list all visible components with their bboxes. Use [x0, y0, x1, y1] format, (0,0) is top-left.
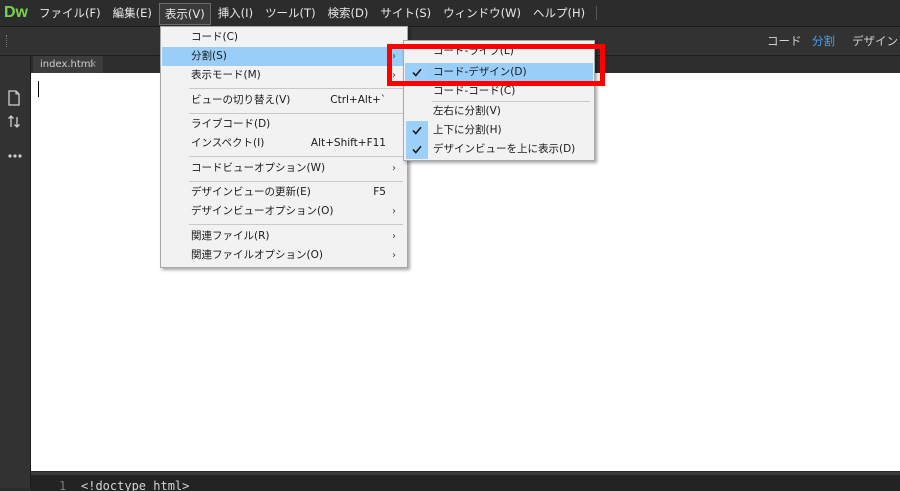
menu-item-label: ライブコード(D) [191, 118, 271, 130]
menu-item-label: コード(C) [191, 31, 239, 43]
chevron-right-icon: › [392, 231, 396, 242]
submenu-item-split-horizontal[interactable]: 上下に分割(H) [405, 121, 593, 140]
menu-item-shortcut: F5 [373, 186, 386, 198]
menu-item-shortcut: Ctrl+Alt+` [330, 94, 386, 106]
menu-item-label: 表示モード(M) [191, 69, 261, 81]
code-view[interactable]: 1 <!doctype html> [31, 472, 900, 491]
menubar-divider [596, 6, 597, 20]
menu-item-label: ビューの切り替え(V) [191, 94, 291, 106]
chevron-right-icon: › [392, 163, 396, 174]
menu-item-label: 分割(S) [191, 50, 227, 62]
menu-item-related-files-options[interactable]: 関連ファイルオプション(O) › [162, 246, 406, 265]
left-toolbar [0, 56, 31, 488]
chevron-right-icon: › [392, 206, 396, 217]
toolbar-grip[interactable] [6, 35, 9, 47]
view-code-button[interactable]: コード [767, 27, 802, 55]
menu-separator [189, 113, 403, 114]
menu-item-switch-view[interactable]: ビューの切り替え(V) Ctrl+Alt+` [162, 91, 406, 110]
menu-item-code[interactable]: コード(C) [162, 28, 406, 47]
menu-item-label: デザインビューオプション(O) [191, 205, 334, 217]
menu-item-label: コードビューオプション(W) [191, 162, 326, 174]
more-icon[interactable] [7, 148, 23, 164]
code-line[interactable]: <!doctype html> [81, 479, 189, 491]
menu-separator [189, 88, 403, 89]
menu-item-shortcut: Alt+Shift+F11 [310, 137, 386, 149]
menu-separator [189, 224, 403, 225]
menu-item-split[interactable]: 分割(S) › [162, 47, 406, 66]
menu-separator [189, 156, 403, 157]
close-icon[interactable]: × [89, 56, 97, 73]
view-split-button[interactable]: 分割 [812, 27, 835, 55]
line-number: 1 [59, 479, 67, 491]
menu-item-label: デザインビューの更新(E) [191, 186, 311, 198]
view-design-button[interactable]: デザイン [852, 27, 898, 55]
menubar: Dw ファイル(F) 編集(E) 表示(V) 挿入(I) ツール(T) 検索(D… [0, 0, 900, 27]
highlight-annotation [387, 44, 605, 86]
text-caret [38, 81, 39, 97]
menu-separator [189, 181, 403, 182]
menu-edit[interactable]: 編集(E) [108, 0, 157, 26]
menu-insert[interactable]: 挿入(I) [213, 0, 258, 26]
menu-item-label: デザインビューを上に表示(D) [433, 143, 576, 155]
document-tab-label: index.html [40, 59, 94, 70]
menu-item-inspect[interactable]: インスペクト(I) Alt+Shift+F11 [162, 134, 406, 153]
menu-item-label: 上下に分割(H) [433, 124, 502, 136]
menu-item-label: インスペクト(I) [191, 137, 265, 149]
menu-window[interactable]: ウィンドウ(W) [438, 0, 526, 26]
submenu-item-design-view-on-top[interactable]: デザインビューを上に表示(D) [405, 140, 593, 159]
menu-item-live-code[interactable]: ライブコード(D) [162, 115, 406, 134]
menu-item-related-files[interactable]: 関連ファイル(R) › [162, 227, 406, 246]
menu-item-view-mode[interactable]: 表示モード(M) › [162, 66, 406, 85]
app-logo[interactable]: Dw [4, 3, 30, 23]
menu-item-label: 左右に分割(V) [433, 105, 501, 117]
menu-items: ファイル(F) 編集(E) 表示(V) 挿入(I) ツール(T) 検索(D) サ… [34, 0, 592, 26]
menu-help[interactable]: ヘルプ(H) [528, 0, 590, 26]
menu-view[interactable]: 表示(V) [158, 3, 211, 25]
document-tab[interactable]: index.html × [33, 56, 103, 73]
chevron-right-icon: › [392, 250, 396, 261]
menu-tools[interactable]: ツール(T) [260, 0, 321, 26]
menu-item-label: 関連ファイル(R) [191, 230, 270, 242]
submenu-item-split-vertical[interactable]: 左右に分割(V) [405, 102, 593, 121]
menu-file[interactable]: ファイル(F) [34, 0, 106, 26]
check-icon [406, 140, 428, 159]
menu-item-design-view-options[interactable]: デザインビューオプション(O) › [162, 202, 406, 221]
menu-item-refresh-design-view[interactable]: デザインビューの更新(E) F5 [162, 183, 406, 202]
menu-find[interactable]: 検索(D) [323, 0, 374, 26]
menu-item-label: 関連ファイルオプション(O) [191, 249, 323, 261]
sort-icon[interactable] [7, 114, 23, 130]
check-icon [406, 121, 428, 140]
view-menu-dropdown: コード(C) 分割(S) › 表示モード(M) › ビューの切り替え(V) Ct… [160, 26, 408, 268]
menu-item-code-view-options[interactable]: コードビューオプション(W) › [162, 159, 406, 178]
file-icon[interactable] [7, 90, 23, 106]
menu-site[interactable]: サイト(S) [375, 0, 436, 26]
